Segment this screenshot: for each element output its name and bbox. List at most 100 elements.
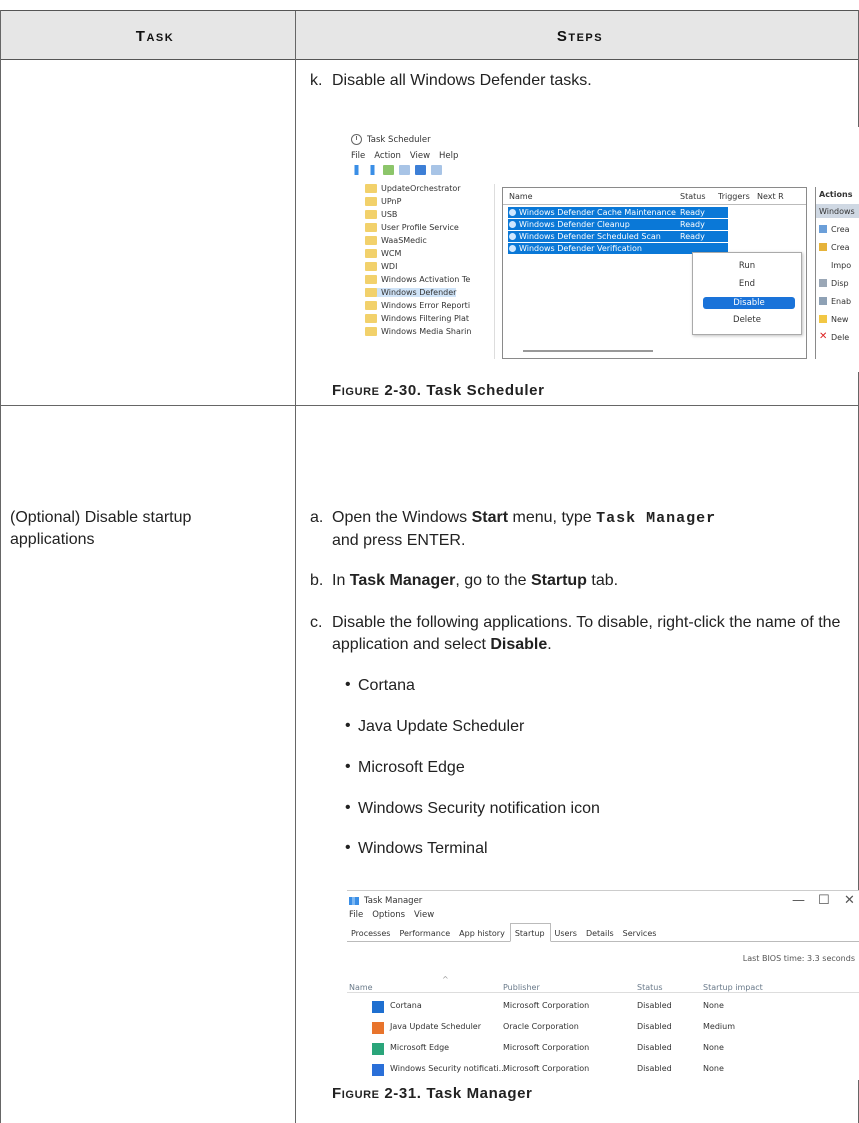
action-item[interactable]: Crea (819, 225, 850, 234)
tab-services[interactable]: Services (619, 926, 662, 941)
row-impact: None (703, 1043, 724, 1052)
col-status[interactable]: Status (637, 983, 663, 992)
last-bios-time: Last BIOS time: 3.3 seconds (742, 954, 855, 963)
step-c: c. Disable the following applications. T… (310, 612, 855, 656)
startup-app-row[interactable]: Windows Security notificati... Microsoft … (347, 1059, 859, 1080)
row-status: Disabled (637, 1043, 672, 1052)
task-manager-screenshot: Task Manager — ☐ ✕ File Options View Pro… (347, 890, 859, 1080)
action-label: Disp (831, 279, 849, 288)
tm-menu-options[interactable]: Options (372, 910, 405, 920)
step-label: k. (310, 72, 323, 89)
col-status[interactable]: Status (680, 192, 706, 201)
tab-users[interactable]: Users (551, 926, 582, 941)
folder-icon (365, 262, 377, 271)
help-icon[interactable] (415, 165, 426, 175)
tree-item[interactable]: USB (365, 210, 397, 219)
tree-item[interactable]: Windows Filtering Plat (365, 314, 469, 323)
folder-icon (365, 210, 377, 219)
text: In (332, 572, 350, 589)
ts-toolbar (351, 165, 442, 175)
action-item[interactable]: Disp (819, 279, 849, 288)
ctx-disable[interactable]: Disable (703, 297, 795, 309)
tree-item[interactable]: Windows Error Reporti (365, 301, 470, 310)
ts-menubar: File Action View Help (351, 151, 458, 161)
task-row[interactable]: Windows Defender Cleanup Ready (508, 219, 728, 230)
close-button[interactable]: ✕ (844, 893, 855, 908)
tree-item[interactable]: UPnP (365, 197, 401, 206)
folder-up-icon[interactable] (383, 165, 394, 175)
row-publisher: Microsoft Corporation (503, 1064, 590, 1073)
tree-item[interactable]: User Profile Service (365, 223, 459, 232)
tree-item-label: UpdateOrchestrator (381, 184, 461, 193)
figure-caption: Figure 2-30. Task Scheduler (332, 382, 545, 399)
action-item[interactable]: New (819, 315, 848, 324)
ctx-delete[interactable]: Delete (693, 315, 801, 325)
bullet-dot: • (345, 717, 351, 734)
tm-title-group: Task Manager (349, 896, 422, 906)
bold-text: Startup (530, 572, 587, 589)
tm-menu-file[interactable]: File (349, 910, 363, 920)
step-text: Open the Windows Start menu, type Task M… (332, 507, 859, 552)
tree-item-selected[interactable]: Windows Defender (365, 288, 457, 297)
tree-item[interactable]: WDI (365, 262, 397, 271)
tree-item-label: Windows Defender (381, 288, 457, 297)
table-header: Task Steps (0, 10, 859, 61)
step-label: b. (310, 572, 324, 589)
tab-startup[interactable]: Startup (509, 923, 551, 942)
row-name: Cortana (390, 1001, 422, 1010)
text: , go to the (455, 572, 531, 589)
task-row[interactable]: Windows Defender Scheduled Scan Ready (508, 231, 728, 242)
col-triggers[interactable]: Triggers (718, 192, 750, 201)
tree-item[interactable]: Windows Media Sharin (365, 327, 471, 336)
row-name: Windows Security notificati... (390, 1064, 507, 1073)
context-menu: Run End Disable Delete (692, 252, 802, 335)
ts-menu-help[interactable]: Help (439, 151, 458, 161)
folder-icon (365, 236, 377, 245)
col-name[interactable]: Name (349, 983, 373, 992)
ctx-end[interactable]: End (693, 279, 801, 289)
tree-item[interactable]: WaaSMedic (365, 236, 427, 245)
task-name: Windows Defender Verification (519, 244, 642, 253)
forward-arrow-icon[interactable] (367, 165, 378, 175)
import-icon (819, 261, 827, 269)
ts-menu-view[interactable]: View (410, 151, 430, 161)
back-arrow-icon[interactable] (351, 165, 362, 175)
row-publisher: Oracle Corporation (503, 1022, 579, 1031)
col-publisher[interactable]: Publisher (503, 983, 540, 992)
tab-performance[interactable]: Performance (395, 926, 455, 941)
ts-menu-file[interactable]: File (351, 151, 365, 161)
properties-icon[interactable] (431, 165, 442, 175)
ctx-run[interactable]: Run (693, 261, 801, 271)
folder-icon (365, 223, 377, 232)
tree-item[interactable]: UpdateOrchestrator (365, 184, 461, 193)
startup-app-row[interactable]: Microsoft Edge Microsoft Corporation Disab… (347, 1038, 859, 1059)
col-next-run[interactable]: Next R (757, 192, 784, 201)
action-item[interactable]: Enab (819, 297, 851, 306)
tab-processes[interactable]: Processes (347, 926, 395, 941)
tree-item[interactable]: WCM (365, 249, 401, 258)
tm-menu-view[interactable]: View (414, 910, 434, 920)
tab-details[interactable]: Details (582, 926, 619, 941)
horizontal-scrollbar[interactable] (523, 350, 653, 352)
action-item[interactable]: Crea (819, 243, 850, 252)
figure-number: Figure 2-30. (332, 382, 422, 399)
action-item[interactable]: Impo (819, 261, 851, 270)
folder-icon (365, 288, 377, 297)
task-row[interactable]: Windows Defender Cache Maintenance Ready (508, 207, 728, 218)
header-task: Task (135, 28, 175, 45)
maximize-button[interactable]: ☐ (818, 893, 830, 908)
tree-item[interactable]: Windows Activation Te (365, 275, 470, 284)
tree-item-label: User Profile Service (381, 223, 459, 232)
action-item[interactable]: ✕ Dele (819, 332, 849, 343)
startup-app-row[interactable]: Java Update Scheduler Oracle Corporation D… (347, 1017, 859, 1038)
col-name[interactable]: Name (509, 192, 533, 201)
show-hide-icon[interactable] (399, 165, 410, 175)
col-startup-impact[interactable]: Startup impact (703, 983, 763, 992)
minimize-button[interactable]: — (792, 893, 805, 908)
tab-app-history[interactable]: App history (455, 926, 510, 941)
ts-menu-action[interactable]: Action (374, 151, 401, 161)
startup-app-row[interactable]: Cortana Microsoft Corporation Disabled None (347, 996, 859, 1017)
folder-icon (365, 327, 377, 336)
tm-menubar: File Options View (349, 910, 434, 920)
task-icon (509, 209, 516, 216)
